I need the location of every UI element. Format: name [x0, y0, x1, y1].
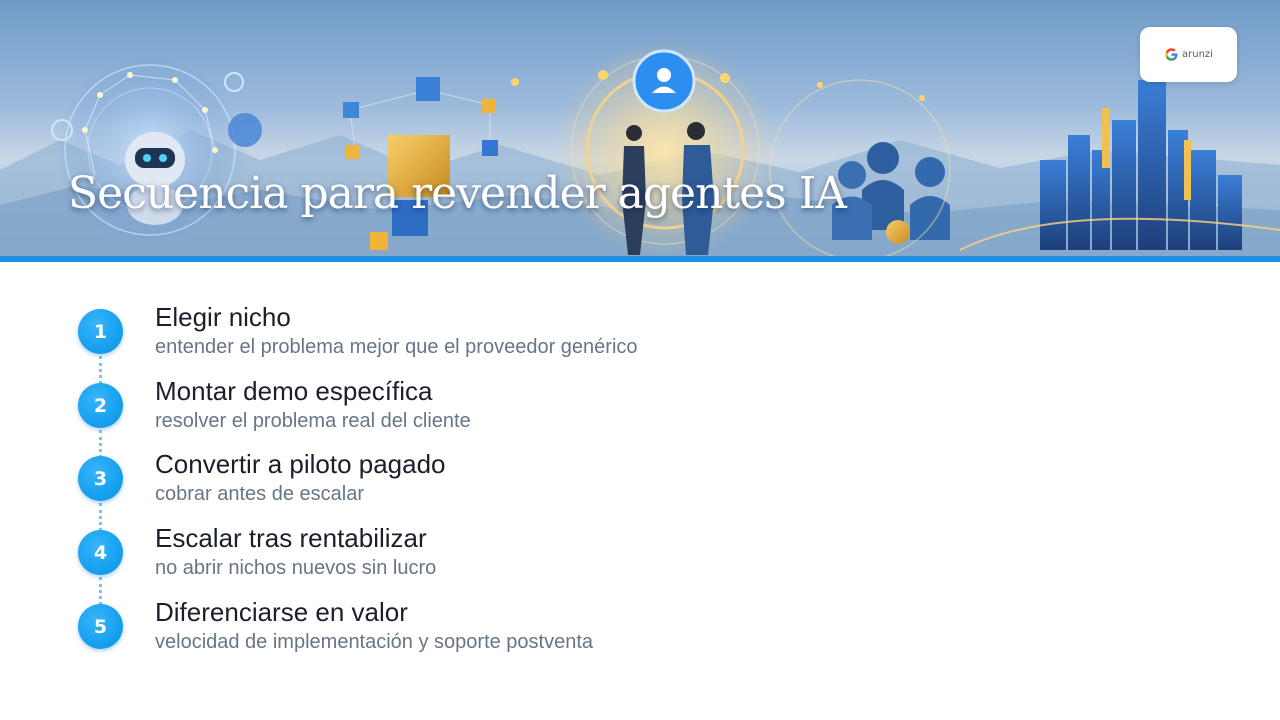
step-title: Montar demo específica [155, 376, 433, 406]
step-description: cobrar antes de escalar [155, 483, 365, 505]
step-title: Convertir a piloto pagado [155, 449, 446, 479]
step-description: resolver el problema real del cliente [155, 410, 471, 432]
step-number-badge: 1 [78, 309, 123, 354]
step-number-badge: 3 [78, 456, 123, 501]
step-title: Elegir nicho [155, 302, 291, 332]
step-number-badge: 5 [78, 604, 123, 649]
step-number-badge: 4 [78, 530, 123, 575]
step-description: no abrir nichos nuevos sin lucro [155, 557, 437, 579]
step-item: 5 Diferenciarse en valor velocidad de im… [0, 595, 1280, 668]
step-item: 2 Montar demo específica resolver el pro… [0, 374, 1280, 447]
step-item: 1 Elegir nicho entender el problema mejo… [0, 300, 1280, 373]
step-item: 4 Escalar tras rentabilizar no abrir nic… [0, 521, 1280, 594]
step-description: entender el problema mejor que el provee… [155, 336, 638, 358]
step-number-badge: 2 [78, 383, 123, 428]
steps-list: 1 Elegir nicho entender el problema mejo… [0, 0, 1280, 720]
step-title: Diferenciarse en valor [155, 597, 408, 627]
step-description: velocidad de implementación y soporte po… [155, 631, 594, 653]
step-item: 3 Convertir a piloto pagado cobrar antes… [0, 447, 1280, 520]
step-title: Escalar tras rentabilizar [155, 523, 427, 553]
